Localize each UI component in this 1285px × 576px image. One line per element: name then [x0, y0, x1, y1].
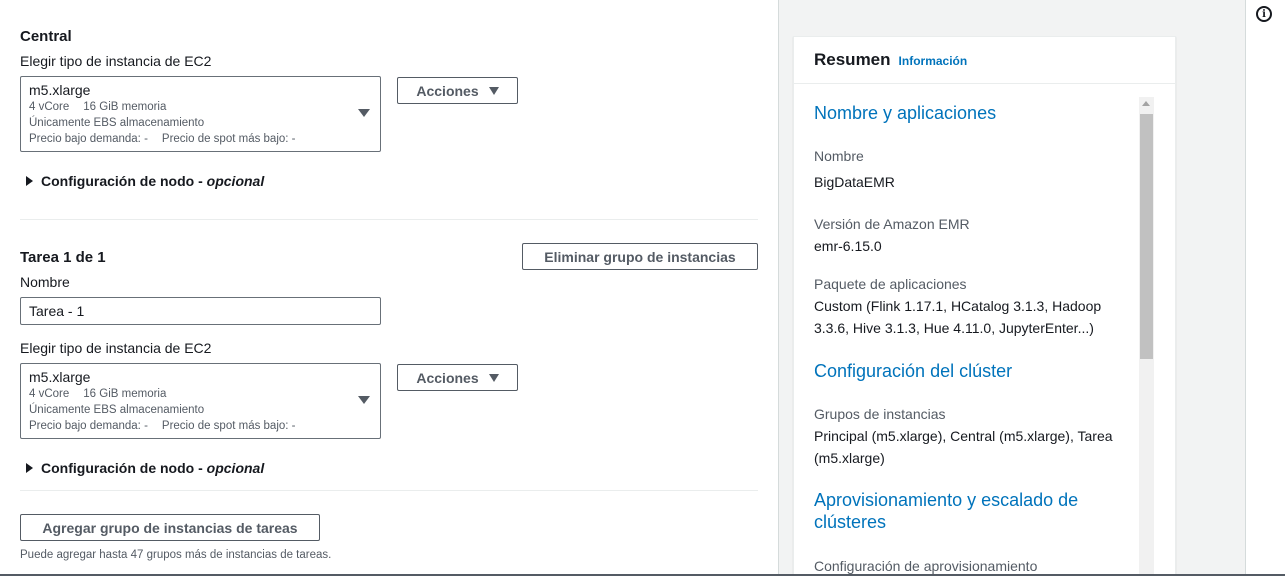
caret-right-icon: [26, 463, 33, 473]
memory-text: 16 GiB memoria: [83, 101, 167, 113]
info-icon[interactable]: i: [1256, 6, 1272, 22]
names-apps-title: Nombre y aplicaciones: [814, 103, 997, 123]
caret-down-icon: [488, 373, 499, 382]
central-actions-button[interactable]: Acciones: [397, 77, 518, 104]
instance-type: m5.xlarge: [29, 369, 91, 385]
ondemand-price: Precio bajo demanda: -: [29, 133, 148, 145]
instance-prices: Precio bajo demanda: - Precio de spot más…: [29, 418, 372, 434]
caret-right-icon: [26, 176, 33, 186]
central-ec2-label: Elegir tipo de instancia de EC2: [20, 53, 212, 69]
task-instance-select[interactable]: m5.xlarge 4 vCore 16 GiB memoria Únicamen…: [20, 363, 381, 439]
groups-value: Principal (m5.xlarge), Central (m5.xlarg…: [814, 428, 1113, 466]
ondemand-price: Precio bajo demanda: -: [29, 420, 148, 432]
caret-down-icon: [358, 109, 370, 117]
actions-label: Acciones: [416, 369, 479, 386]
central-node-config-expander[interactable]: Configuración de nodo - opcional: [26, 173, 264, 189]
tools-rail: [1245, 0, 1285, 576]
scrollbar-thumb[interactable]: [1140, 114, 1153, 359]
spot-price: Precio de spot más bajo: -: [161, 133, 296, 145]
name-value: BigDataEMR: [814, 174, 895, 190]
instance-specs: 4 vCore 16 GiB memoria: [29, 386, 372, 402]
task-ec2-label: Elegir tipo de instancia de EC2: [20, 340, 212, 356]
task-name-value: Tarea - 1: [29, 303, 85, 319]
task-name-input[interactable]: Tarea - 1: [20, 297, 381, 325]
vcore-text: 4 vCore: [29, 388, 70, 400]
instance-prices: Precio bajo demanda: - Precio de spot más…: [29, 131, 372, 147]
bundle-key: Paquete de aplicaciones: [814, 276, 967, 292]
add-task-label: Agregar grupo de instancias de tareas: [42, 519, 298, 536]
summary-title: Resumen: [814, 50, 891, 69]
instance-specs: 4 vCore 16 GiB memoria: [29, 99, 372, 115]
task-actions-button[interactable]: Acciones: [397, 364, 518, 391]
add-task-group-button[interactable]: Agregar grupo de instancias de tareas: [20, 514, 320, 541]
divider: [20, 490, 758, 491]
instance-storage: Únicamente EBS almacenamiento: [29, 117, 205, 129]
central-instance-select[interactable]: m5.xlarge 4 vCore 16 GiB memoria Únicamen…: [20, 76, 381, 152]
version-key: Versión de Amazon EMR: [814, 216, 970, 232]
version-value: emr-6.15.0: [814, 238, 882, 254]
instance-type: m5.xlarge: [29, 82, 91, 98]
summary-panel: Resumen Información Nombre y aplicacione…: [793, 36, 1176, 576]
scroll-up-icon[interactable]: [1142, 101, 1150, 106]
spot-price: Precio de spot más bajo: -: [161, 420, 296, 432]
memory-text: 16 GiB memoria: [83, 388, 167, 400]
main-content: Central Elegir tipo de instancia de EC2 …: [0, 0, 778, 576]
optional-text: opcional: [206, 173, 265, 189]
remove-label: Eliminar grupo de instancias: [544, 248, 736, 265]
caret-down-icon: [488, 86, 499, 95]
divider: [20, 219, 758, 220]
provisioning-title: Aprovisionamiento y escalado de clústere…: [814, 490, 1079, 532]
task-name-label: Nombre: [20, 274, 70, 290]
caret-down-icon: [358, 396, 370, 404]
groups-key: Grupos de instancias: [814, 406, 946, 422]
add-task-hint: Puede agregar hasta 47 grupos más de ins…: [20, 549, 332, 561]
optional-text: opcional: [206, 460, 265, 476]
remove-instance-group-button[interactable]: Eliminar grupo de instancias: [522, 243, 758, 270]
actions-label: Acciones: [416, 82, 479, 99]
bundle-value: Custom (Flink 1.17.1, HCatalog 3.1.3, Ha…: [814, 298, 1102, 336]
provisioning-key: Configuración de aprovisionamiento: [814, 558, 1038, 574]
task-heading: Tarea 1 de 1: [20, 249, 106, 266]
central-heading: Central: [20, 28, 72, 45]
summary-header: Resumen Información: [794, 37, 1175, 84]
node-config-text: Configuración de nodo: [41, 460, 195, 476]
node-config-text: Configuración de nodo: [41, 173, 195, 189]
task-node-config-expander[interactable]: Configuración de nodo - opcional: [26, 460, 264, 476]
node-config-label: Configuración de nodo - opcional: [41, 460, 265, 476]
summary-scrollbar[interactable]: [1139, 97, 1154, 575]
summary-info-link[interactable]: Información: [899, 54, 968, 68]
vcore-text: 4 vCore: [29, 101, 70, 113]
node-config-label: Configuración de nodo - opcional: [41, 173, 265, 189]
cluster-config-title: Configuración del clúster: [814, 361, 1013, 381]
instance-storage: Únicamente EBS almacenamiento: [29, 404, 205, 416]
name-key: Nombre: [814, 148, 864, 164]
